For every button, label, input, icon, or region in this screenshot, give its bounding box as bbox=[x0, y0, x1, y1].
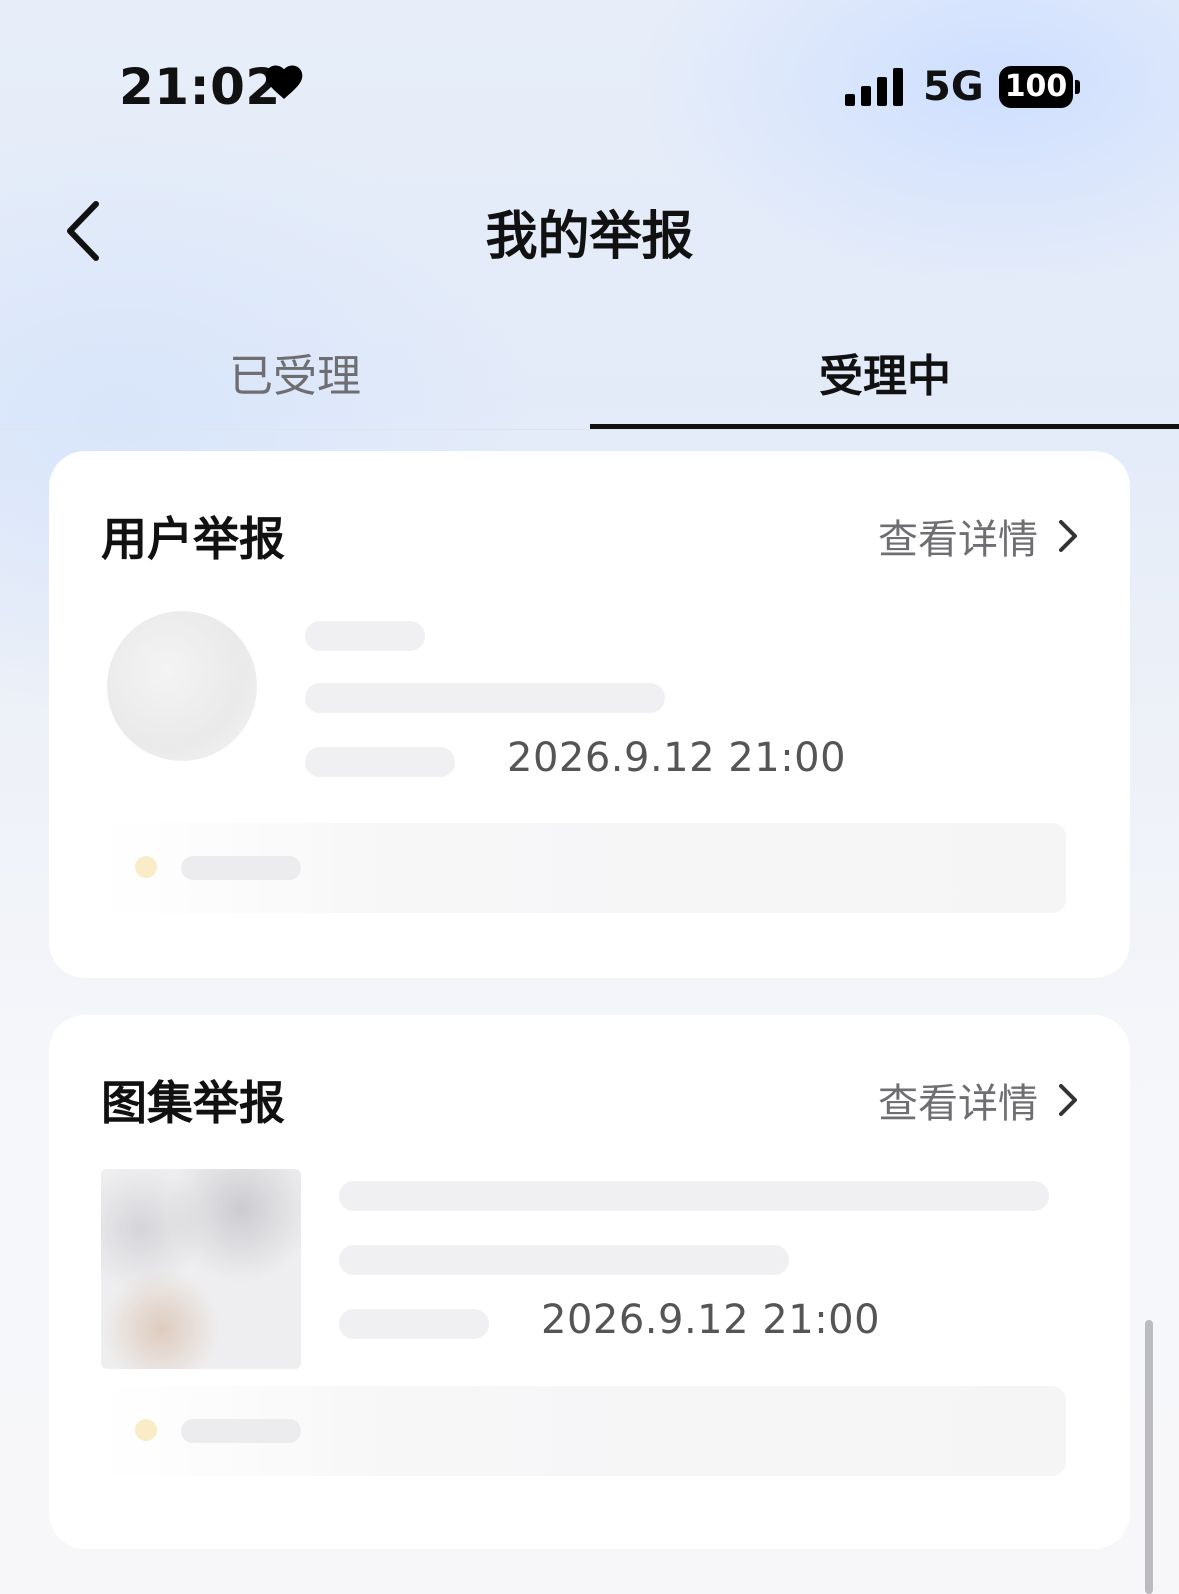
view-details-link[interactable]: 查看详情 bbox=[878, 1071, 1080, 1129]
blurred-username bbox=[305, 621, 425, 651]
blurred-reason bbox=[339, 1245, 789, 1275]
tab-accepted[interactable]: 已受理 bbox=[0, 340, 590, 404]
tabs-divider bbox=[0, 429, 1179, 430]
blurred-thumbnail bbox=[101, 1169, 301, 1369]
blurred-time-label bbox=[339, 1309, 489, 1339]
tab-processing[interactable]: 受理中 bbox=[590, 340, 1179, 404]
battery-icon: 100 bbox=[999, 66, 1080, 108]
scrollbar[interactable] bbox=[1145, 1320, 1153, 1594]
chevron-right-icon bbox=[1059, 1084, 1077, 1116]
view-details-label: 查看详情 bbox=[878, 1081, 1038, 1127]
status-strip bbox=[101, 823, 1066, 913]
battery-tip bbox=[1075, 80, 1080, 94]
report-time: 2026.9.12 21:00 bbox=[507, 735, 847, 781]
report-card-user: 用户举报 查看详情 2026.9.12 21:00 bbox=[49, 451, 1130, 978]
status-bar: 21:02 5G 100 bbox=[0, 0, 1179, 170]
blurred-avatar bbox=[107, 611, 257, 761]
status-dot bbox=[135, 856, 157, 878]
status-strip bbox=[101, 1386, 1066, 1476]
card-title: 用户举报 bbox=[101, 512, 285, 566]
blurred-status-text bbox=[181, 1419, 301, 1443]
blurred-gallery-title bbox=[339, 1181, 1049, 1211]
signal-icon bbox=[845, 68, 903, 106]
report-card-gallery: 图集举报 查看详情 2026.9.12 21:00 bbox=[49, 1015, 1130, 1549]
blurred-time-label bbox=[305, 747, 455, 777]
page-title: 我的举报 bbox=[485, 207, 694, 267]
card-title: 图集举报 bbox=[101, 1076, 285, 1130]
view-details-link[interactable]: 查看详情 bbox=[878, 507, 1080, 565]
battery-level: 100 bbox=[999, 66, 1073, 108]
heart-icon bbox=[265, 65, 303, 100]
network-type: 5G bbox=[923, 64, 984, 110]
report-time: 2026.9.12 21:00 bbox=[541, 1297, 881, 1343]
blurred-reason bbox=[305, 683, 665, 713]
chevron-right-icon bbox=[1059, 520, 1077, 552]
status-time: 21:02 bbox=[119, 58, 281, 116]
tab-bar: 已受理 受理中 bbox=[0, 310, 1179, 430]
status-dot bbox=[135, 1419, 157, 1441]
view-details-label: 查看详情 bbox=[878, 517, 1038, 563]
blurred-status-text bbox=[181, 856, 301, 880]
